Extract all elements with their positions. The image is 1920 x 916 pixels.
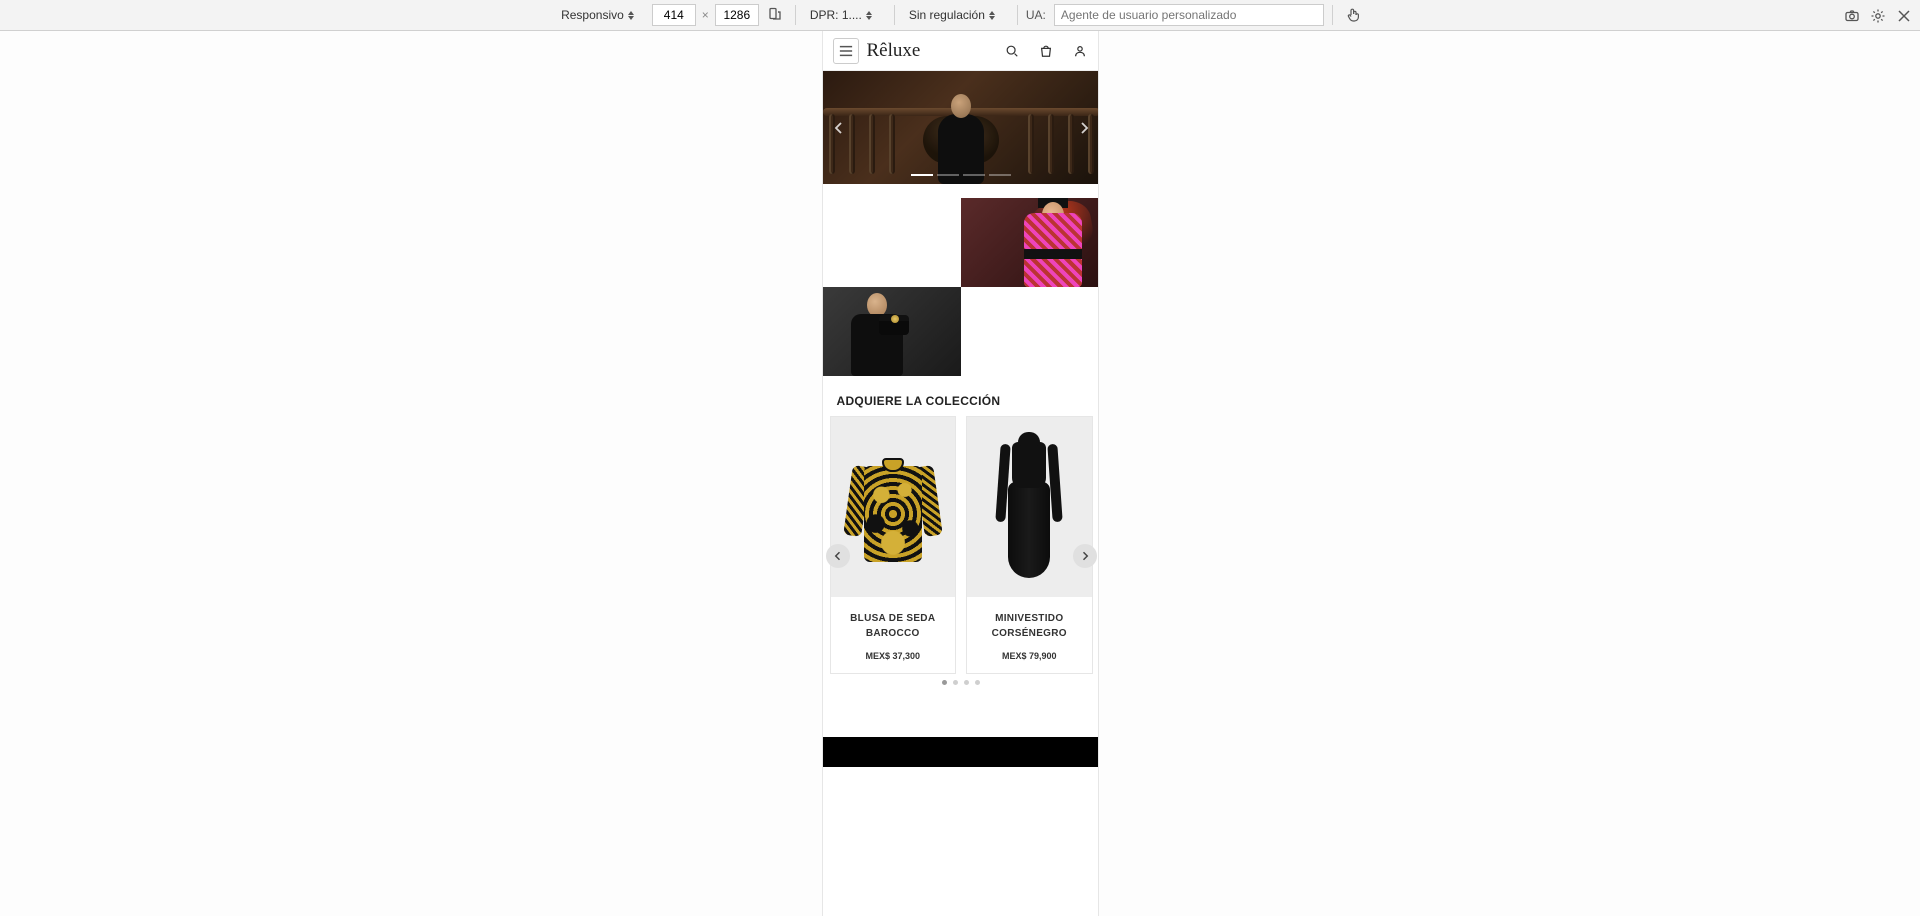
section-title: ADQUIERE LA COLECCIÓN <box>823 382 1099 416</box>
product-card[interactable]: BLUSA DE SEDA BAROCCO MEX$ 37,300 <box>830 416 957 674</box>
dpr-label: DPR: 1.... <box>810 8 862 22</box>
site-header: Rêluxe <box>823 31 1099 71</box>
viewport-width-input[interactable] <box>652 4 696 26</box>
product-image <box>967 417 1092 597</box>
account-icon[interactable] <box>1070 41 1090 61</box>
toolbar-separator <box>1332 5 1333 25</box>
product-price: MEX$ 37,300 <box>837 651 950 661</box>
menu-button[interactable] <box>833 38 859 64</box>
settings-gear-icon[interactable] <box>1866 4 1890 28</box>
ua-input[interactable] <box>1054 4 1324 26</box>
hero-carousel <box>823 71 1099 184</box>
hero-indicators <box>911 174 1011 176</box>
product-indicators <box>823 674 1099 687</box>
product-name: MINIVESTIDO CORSÉNEGRO <box>973 611 1086 641</box>
product-dot[interactable] <box>953 680 958 685</box>
promo-tile-blank <box>961 287 1099 376</box>
updown-caret-icon <box>989 11 995 20</box>
device-stage: Rêluxe <box>0 31 1920 916</box>
viewport-height-input[interactable] <box>715 4 759 26</box>
dpr-select[interactable]: DPR: 1.... <box>804 4 886 26</box>
dimension-separator: × <box>700 8 711 22</box>
footer-bar <box>823 737 1099 767</box>
touch-icon[interactable] <box>1341 3 1365 27</box>
hero-image <box>823 71 1099 184</box>
toolbar-separator <box>795 5 796 25</box>
hero-prev-button[interactable] <box>827 116 851 140</box>
throttle-label: Sin regulación <box>909 8 985 22</box>
products-prev-button[interactable] <box>826 544 850 568</box>
page-scroll[interactable]: Rêluxe <box>823 31 1099 916</box>
promo-grid <box>823 184 1099 382</box>
screenshot-icon[interactable] <box>1840 4 1864 28</box>
product-image <box>831 417 956 597</box>
products-carousel: BLUSA DE SEDA BAROCCO MEX$ 37,300 <box>823 416 1099 687</box>
promo-tile[interactable] <box>961 198 1099 287</box>
product-name: BLUSA DE SEDA BAROCCO <box>837 611 950 641</box>
products-next-button[interactable] <box>1073 544 1097 568</box>
close-icon[interactable] <box>1892 4 1916 28</box>
promo-tile[interactable] <box>823 287 962 376</box>
hero-next-button[interactable] <box>1072 116 1096 140</box>
brand-logo[interactable]: Rêluxe <box>867 40 921 62</box>
throttle-select[interactable]: Sin regulación <box>903 4 1009 26</box>
devtools-toolbar: Responsivo × DPR: 1.... Sin regulación <box>0 0 1920 31</box>
toolbar-separator <box>1017 5 1018 25</box>
device-mode-label: Responsivo <box>561 8 624 22</box>
devtools-center: Responsivo × DPR: 1.... Sin regulación <box>555 3 1365 27</box>
device-frame: Rêluxe <box>822 31 1099 916</box>
updown-caret-icon <box>866 11 872 20</box>
rotate-icon[interactable] <box>763 3 787 27</box>
product-dot[interactable] <box>975 680 980 685</box>
devtools-right-controls <box>1840 0 1916 31</box>
toolbar-separator <box>894 5 895 25</box>
promo-tile-blank <box>823 198 962 287</box>
ua-label: UA: <box>1026 8 1050 22</box>
hero-dot[interactable] <box>937 174 959 176</box>
spacer <box>823 687 1099 737</box>
hero-dot[interactable] <box>911 174 933 176</box>
bag-icon[interactable] <box>1036 41 1056 61</box>
search-icon[interactable] <box>1002 41 1022 61</box>
updown-caret-icon <box>628 11 634 20</box>
device-mode-select[interactable]: Responsivo <box>555 4 648 26</box>
product-card[interactable]: MINIVESTIDO CORSÉNEGRO MEX$ 79,900 <box>966 416 1093 674</box>
product-dot[interactable] <box>942 680 947 685</box>
product-dot[interactable] <box>964 680 969 685</box>
hero-dot[interactable] <box>989 174 1011 176</box>
hero-dot[interactable] <box>963 174 985 176</box>
product-price: MEX$ 79,900 <box>973 651 1086 661</box>
